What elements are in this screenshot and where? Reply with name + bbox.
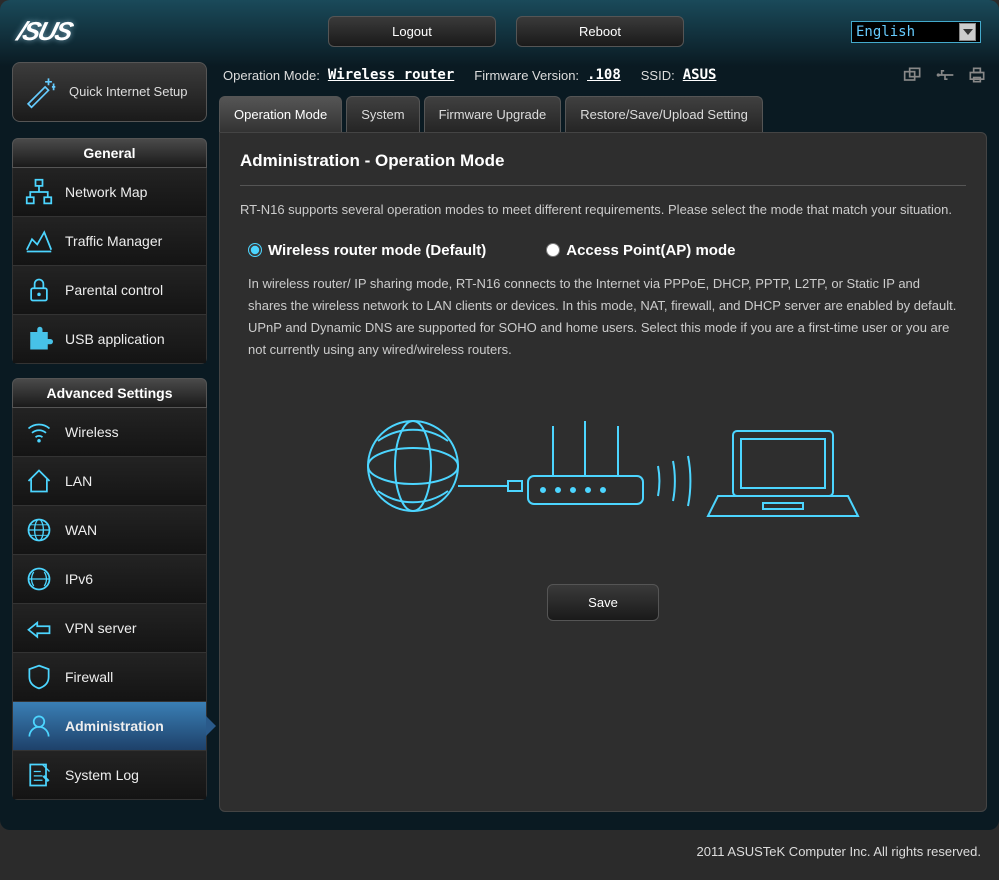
- ipv6-icon: [25, 565, 53, 593]
- shield-icon: [25, 663, 53, 691]
- language-select[interactable]: English: [851, 21, 981, 43]
- radio-wireless-router-label[interactable]: Wireless router mode (Default): [268, 242, 486, 259]
- sidebar-item-usb-application[interactable]: USB application: [13, 314, 206, 363]
- wand-icon: [23, 75, 57, 109]
- radio-wireless-router[interactable]: [248, 243, 262, 257]
- sidebar-item-label: IPv6: [65, 571, 93, 587]
- sidebar-item-label: Parental control: [65, 282, 163, 298]
- mode-description: In wireless router/ IP sharing mode, RT-…: [248, 273, 958, 361]
- mode-illustration: [240, 391, 966, 544]
- divider: [240, 185, 966, 186]
- mode-radio-group: Wireless router mode (Default) Access Po…: [248, 242, 958, 259]
- section-header-general: General: [12, 138, 207, 168]
- lock-icon: [25, 276, 53, 304]
- usb-icon[interactable]: [935, 66, 955, 84]
- reboot-button[interactable]: Reboot: [516, 16, 684, 47]
- ssid-value[interactable]: ASUS: [683, 67, 717, 83]
- tab-system[interactable]: System: [346, 96, 419, 132]
- network-map-icon: [25, 178, 53, 206]
- brand-logo: /SUS: [14, 16, 122, 47]
- qis-label: Quick Internet Setup: [69, 84, 188, 101]
- log-icon: [25, 761, 53, 789]
- general-menu: Network Map Traffic Manager Parental con…: [12, 168, 207, 364]
- chevron-down-icon: [959, 23, 976, 41]
- sidebar-item-label: VPN server: [65, 620, 137, 636]
- sidebar-item-wan[interactable]: WAN: [13, 505, 206, 554]
- sidebar-item-administration[interactable]: Administration: [13, 701, 206, 750]
- tab-operation-mode[interactable]: Operation Mode: [219, 96, 342, 132]
- sidebar-item-network-map[interactable]: Network Map: [13, 168, 206, 216]
- traffic-icon: [25, 227, 53, 255]
- sidebar: Quick Internet Setup General Network Map…: [12, 62, 207, 814]
- logout-button[interactable]: Logout: [328, 16, 496, 47]
- sidebar-item-label: USB application: [65, 331, 165, 347]
- top-bar: /SUS Logout Reboot English: [8, 8, 991, 62]
- quick-internet-setup-button[interactable]: Quick Internet Setup: [12, 62, 207, 122]
- sidebar-item-label: Network Map: [65, 184, 147, 200]
- tabs: Operation Mode System Firmware Upgrade R…: [219, 96, 987, 132]
- tab-firmware-upgrade[interactable]: Firmware Upgrade: [424, 96, 562, 132]
- sidebar-item-label: Administration: [65, 718, 164, 734]
- intro-text: RT-N16 supports several operation modes …: [240, 200, 966, 220]
- sidebar-item-vpn-server[interactable]: VPN server: [13, 603, 206, 652]
- info-bar: Operation Mode: Wireless router Firmware…: [219, 62, 987, 96]
- sidebar-item-parental-control[interactable]: Parental control: [13, 265, 206, 314]
- sidebar-item-label: WAN: [65, 522, 97, 538]
- language-value: English: [856, 24, 915, 40]
- page-title: Administration - Operation Mode: [240, 151, 966, 171]
- op-mode-label: Operation Mode:: [223, 68, 320, 83]
- fw-label: Firmware Version:: [474, 68, 579, 83]
- op-mode-value[interactable]: Wireless router: [328, 67, 454, 83]
- sidebar-item-system-log[interactable]: System Log: [13, 750, 206, 799]
- sidebar-item-firewall[interactable]: Firewall: [13, 652, 206, 701]
- main-content: Operation Mode: Wireless router Firmware…: [219, 62, 987, 814]
- sidebar-item-wireless[interactable]: Wireless: [13, 408, 206, 456]
- vpn-icon: [25, 614, 53, 642]
- fw-value[interactable]: .108: [587, 67, 621, 83]
- save-button[interactable]: Save: [547, 584, 659, 621]
- puzzle-icon: [25, 325, 53, 353]
- user-icon: [25, 712, 53, 740]
- sidebar-item-label: System Log: [65, 767, 139, 783]
- sidebar-item-ipv6[interactable]: IPv6: [13, 554, 206, 603]
- home-icon: [25, 467, 53, 495]
- ssid-label: SSID:: [641, 68, 675, 83]
- globe-icon: [25, 516, 53, 544]
- radio-access-point-label[interactable]: Access Point(AP) mode: [566, 242, 735, 259]
- section-header-advanced: Advanced Settings: [12, 378, 207, 408]
- multi-window-icon[interactable]: [903, 66, 923, 84]
- sidebar-item-label: Traffic Manager: [65, 233, 162, 249]
- sidebar-item-traffic-manager[interactable]: Traffic Manager: [13, 216, 206, 265]
- content-panel: Administration - Operation Mode RT-N16 s…: [219, 132, 987, 812]
- radio-access-point[interactable]: [546, 243, 560, 257]
- sidebar-item-label: Firewall: [65, 669, 113, 685]
- advanced-menu: Wireless LAN WAN IPv6 VPN server: [12, 408, 207, 800]
- wifi-icon: [25, 418, 53, 446]
- sidebar-item-label: Wireless: [65, 424, 119, 440]
- tab-restore-save-upload[interactable]: Restore/Save/Upload Setting: [565, 96, 763, 132]
- printer-icon[interactable]: [967, 66, 987, 84]
- sidebar-item-lan[interactable]: LAN: [13, 456, 206, 505]
- sidebar-item-label: LAN: [65, 473, 92, 489]
- footer-text: 2011 ASUSTeK Computer Inc. All rights re…: [0, 830, 999, 873]
